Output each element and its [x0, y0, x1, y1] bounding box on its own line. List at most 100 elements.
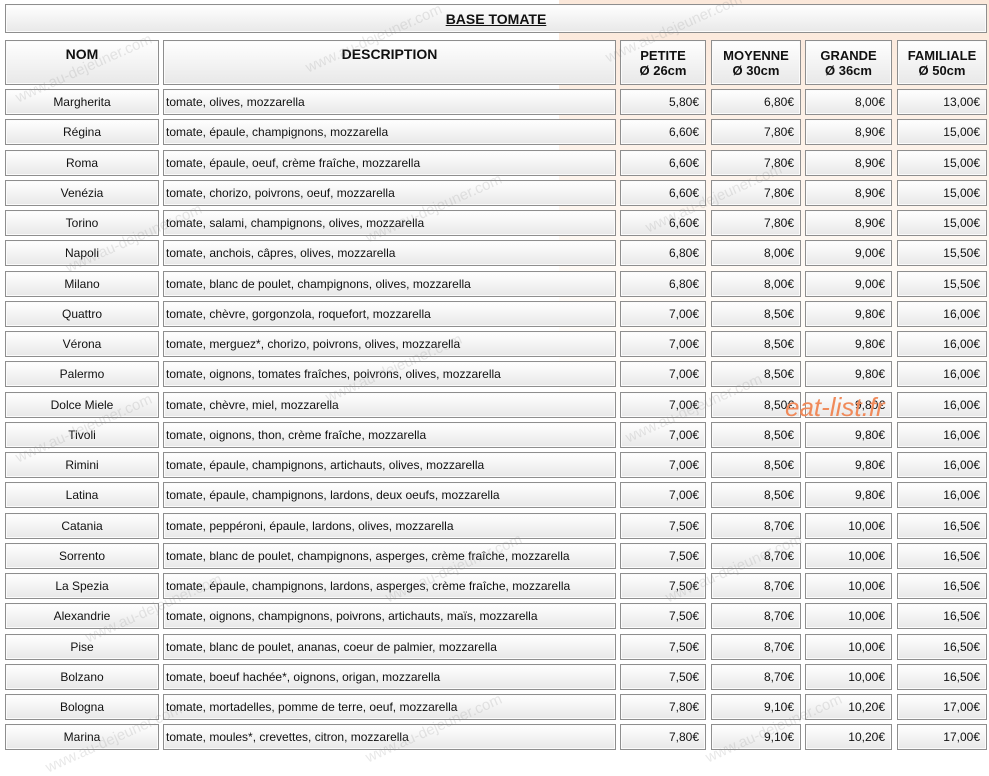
price-petite: 6,60€ — [620, 150, 706, 176]
size-label: MOYENNE — [723, 47, 789, 63]
price-familiale: 15,00€ — [897, 210, 987, 236]
price-familiale: 16,00€ — [897, 392, 987, 418]
pizza-name: Bologna — [5, 694, 159, 720]
price-grande: 8,90€ — [805, 119, 892, 145]
price-familiale: 13,00€ — [897, 89, 987, 115]
price-grande: 9,80€ — [805, 361, 892, 387]
pizza-name: Marina — [5, 724, 159, 750]
price-moyenne: 8,00€ — [711, 271, 801, 297]
price-petite: 7,00€ — [620, 331, 706, 357]
menu-title-text: BASE TOMATE — [445, 10, 547, 27]
header-nom: NOM — [5, 40, 159, 85]
price-moyenne: 8,50€ — [711, 301, 801, 327]
price-moyenne: 7,80€ — [711, 180, 801, 206]
price-petite: 7,80€ — [620, 724, 706, 750]
pizza-description: tomate, blanc de poulet, ananas, coeur d… — [163, 634, 616, 660]
price-petite: 7,50€ — [620, 664, 706, 690]
pizza-description: tomate, boeuf hachée*, oignons, origan, … — [163, 664, 616, 690]
pizza-description: tomate, oignons, champignons, poivrons, … — [163, 603, 616, 629]
header-nom-label: NOM — [65, 46, 99, 62]
pizza-name: Pise — [5, 634, 159, 660]
price-moyenne: 7,80€ — [711, 210, 801, 236]
header-size-petite: PETITE Ø 26cm — [620, 40, 706, 85]
price-grande: 9,80€ — [805, 301, 892, 327]
price-moyenne: 8,70€ — [711, 603, 801, 629]
price-grande: 9,00€ — [805, 240, 892, 266]
pizza-name: Sorrento — [5, 543, 159, 569]
pizza-name: Rimini — [5, 452, 159, 478]
price-grande: 10,00€ — [805, 513, 892, 539]
price-familiale: 17,00€ — [897, 694, 987, 720]
size-label: FAMILIALE — [907, 47, 977, 63]
pizza-description: tomate, oignons, tomates fraîches, poivr… — [163, 361, 616, 387]
price-petite: 7,50€ — [620, 513, 706, 539]
price-grande: 9,80€ — [805, 392, 892, 418]
price-grande: 10,00€ — [805, 543, 892, 569]
price-petite: 6,80€ — [620, 271, 706, 297]
pizza-description: tomate, merguez*, chorizo, poivrons, oli… — [163, 331, 616, 357]
price-moyenne: 8,70€ — [711, 543, 801, 569]
price-moyenne: 7,80€ — [711, 119, 801, 145]
price-grande: 9,80€ — [805, 331, 892, 357]
header-description-label: DESCRIPTION — [341, 46, 438, 62]
price-moyenne: 8,50€ — [711, 422, 801, 448]
pizza-description: tomate, anchois, câpres, olives, mozzare… — [163, 240, 616, 266]
size-diameter: Ø 36cm — [825, 62, 872, 78]
header-size-familiale: FAMILIALE Ø 50cm — [897, 40, 987, 85]
price-petite: 6,60€ — [620, 210, 706, 236]
price-familiale: 16,00€ — [897, 422, 987, 448]
price-grande: 9,00€ — [805, 271, 892, 297]
price-petite: 7,50€ — [620, 634, 706, 660]
price-petite: 7,00€ — [620, 392, 706, 418]
price-grande: 10,20€ — [805, 694, 892, 720]
pizza-name: Latina — [5, 482, 159, 508]
price-grande: 10,00€ — [805, 573, 892, 599]
pizza-name: Palermo — [5, 361, 159, 387]
price-familiale: 17,00€ — [897, 724, 987, 750]
price-grande: 10,00€ — [805, 634, 892, 660]
price-familiale: 16,50€ — [897, 573, 987, 599]
pizza-description: tomate, chèvre, gorgonzola, roquefort, m… — [163, 301, 616, 327]
pizza-name: Roma — [5, 150, 159, 176]
price-grande: 9,80€ — [805, 452, 892, 478]
header-size-moyenne: MOYENNE Ø 30cm — [711, 40, 801, 85]
pizza-description: tomate, peppéroni, épaule, lardons, oliv… — [163, 513, 616, 539]
price-familiale: 16,50€ — [897, 634, 987, 660]
price-grande: 8,90€ — [805, 150, 892, 176]
pizza-description: tomate, épaule, champignons, artichauts,… — [163, 452, 616, 478]
price-familiale: 15,00€ — [897, 150, 987, 176]
size-diameter: Ø 50cm — [918, 62, 966, 78]
price-familiale: 16,00€ — [897, 331, 987, 357]
price-grande: 10,00€ — [805, 603, 892, 629]
pizza-name: La Spezia — [5, 573, 159, 599]
price-petite: 7,50€ — [620, 573, 706, 599]
price-moyenne: 7,80€ — [711, 150, 801, 176]
pizza-description: tomate, épaule, champignons, mozzarella — [163, 119, 616, 145]
pizza-description: tomate, salami, champignons, olives, moz… — [163, 210, 616, 236]
price-moyenne: 8,00€ — [711, 240, 801, 266]
price-petite: 7,80€ — [620, 694, 706, 720]
pizza-name: Tivoli — [5, 422, 159, 448]
price-familiale: 15,00€ — [897, 180, 987, 206]
pizza-description: tomate, blanc de poulet, champignons, as… — [163, 543, 616, 569]
price-petite: 6,80€ — [620, 240, 706, 266]
pizza-description: tomate, oignons, thon, crème fraîche, mo… — [163, 422, 616, 448]
price-moyenne: 8,70€ — [711, 513, 801, 539]
price-familiale: 16,50€ — [897, 664, 987, 690]
pizza-name: Torino — [5, 210, 159, 236]
price-familiale: 16,00€ — [897, 361, 987, 387]
pizza-description: tomate, olives, mozzarella — [163, 89, 616, 115]
price-familiale: 16,00€ — [897, 301, 987, 327]
pizza-description: tomate, épaule, champignons, lardons, de… — [163, 482, 616, 508]
pizza-description: tomate, mortadelles, pomme de terre, oeu… — [163, 694, 616, 720]
price-petite: 5,80€ — [620, 89, 706, 115]
pizza-name: Napoli — [5, 240, 159, 266]
price-familiale: 15,50€ — [897, 240, 987, 266]
price-moyenne: 8,50€ — [711, 331, 801, 357]
price-petite: 7,00€ — [620, 482, 706, 508]
pizza-name: Margherita — [5, 89, 159, 115]
price-moyenne: 9,10€ — [711, 694, 801, 720]
header-description: DESCRIPTION — [163, 40, 616, 85]
pizza-name: Dolce Miele — [5, 392, 159, 418]
pizza-name: Alexandrie — [5, 603, 159, 629]
